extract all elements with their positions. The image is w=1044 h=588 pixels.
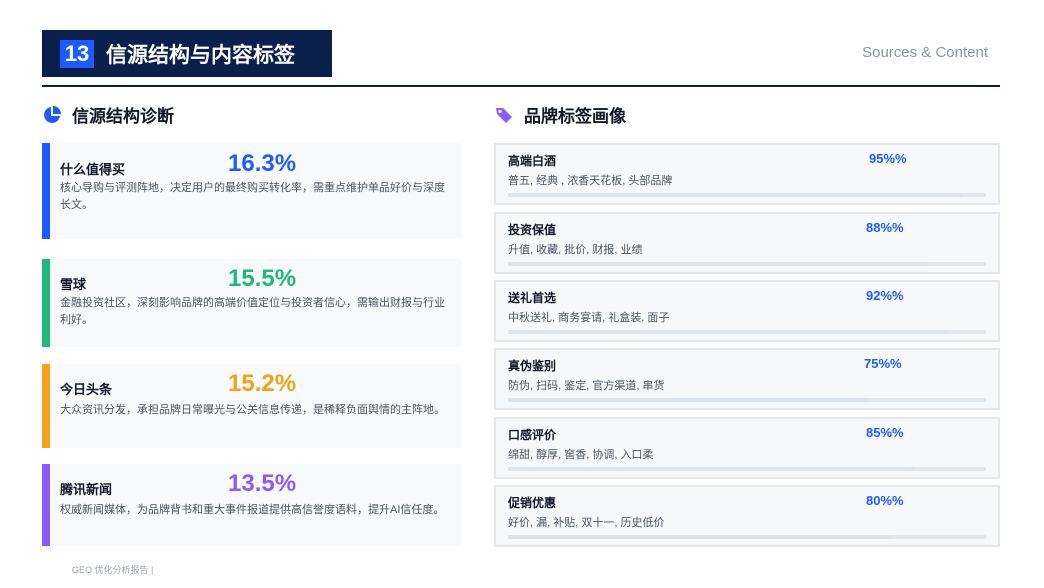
brand-tags-heading: 品牌标签画像 <box>494 102 626 127</box>
page-subtitle: Sources & Content <box>862 44 988 61</box>
tag-name: 口感评价 <box>508 428 557 442</box>
tag-keywords: 好价, 漏, 补贴, 双十一, 历史低价 <box>508 517 665 529</box>
tag-card: 口感评价 85%% 绵甜, 醇厚, 窖香, 协调, 入口柔 <box>494 417 1000 479</box>
tag-progress-fill <box>508 330 948 334</box>
source-name: 腾讯新闻 <box>60 482 113 497</box>
section-number: 13 <box>60 39 94 68</box>
tag-card: 高端白酒 95%% 普五, 经典 , 浓香天花板, 头部品牌 <box>494 143 1000 205</box>
source-structure-heading: 信源结构诊断 <box>42 102 174 127</box>
tag-percent: 75%% <box>864 356 902 371</box>
page-header: 13 信源结构与内容标签 Sources & Content <box>42 30 1000 87</box>
tag-percent: 92%% <box>866 288 904 303</box>
source-structure-title: 信源结构诊断 <box>72 107 174 126</box>
tag-progress-fill <box>508 535 891 539</box>
tag-keywords: 绵甜, 醇厚, 窖香, 协调, 入口柔 <box>508 449 654 461</box>
tag-name: 投资保值 <box>508 223 557 237</box>
source-description: 金融投资社区，深刻影响品牌的高端价值定位与投资者信心，需输出财报与行业利好。 <box>60 297 445 326</box>
tag-progress-bar <box>508 467 986 471</box>
source-percent: 16.3% <box>228 150 297 177</box>
source-description: 大众资讯分发，承担品牌日常曝光与公关信息传递，是稀释负面舆情的主阵地。 <box>60 404 445 416</box>
tag-keywords: 中秋送礼, 商务宴请, 礼盒装, 面子 <box>508 312 670 324</box>
tag-progress-fill <box>508 467 915 471</box>
pie-chart-icon <box>44 105 61 123</box>
source-card: 什么值得买 16.3% 核心导购与评测阵地，决定用户的最终购买转化率，需重点维护单品… <box>42 143 462 239</box>
source-percent: 15.2% <box>228 370 297 397</box>
tag-progress-bar <box>508 398 986 402</box>
source-name: 今日头条 <box>60 382 113 397</box>
page-title: 信源结构与内容标签 <box>106 43 295 67</box>
tag-name: 送礼首选 <box>508 291 557 305</box>
tag-progress-fill <box>508 262 929 266</box>
tag-keywords: 普五, 经典 , 浓香天花板, 头部品牌 <box>508 175 673 187</box>
tag-progress-bar <box>508 262 986 266</box>
tag-icon <box>496 107 512 123</box>
source-percent: 15.5% <box>228 265 297 292</box>
tag-keywords: 升值, 收藏, 批价, 财报, 业绩 <box>508 244 643 256</box>
tag-percent: 95%% <box>869 151 907 166</box>
tag-progress-fill <box>508 193 963 197</box>
source-description: 权威新闻媒体，为品牌背书和重大事件报道提供高信誉度语料，提升AI信任度。 <box>60 504 445 516</box>
tag-name: 真伪鉴别 <box>508 359 557 373</box>
tag-name: 促销优惠 <box>508 496 557 510</box>
tag-progress-fill <box>508 398 867 402</box>
title-box: 13 信源结构与内容标签 <box>42 30 332 77</box>
source-name: 雪球 <box>60 277 87 292</box>
tag-progress-bar <box>508 330 986 334</box>
tag-name: 高端白酒 <box>508 154 557 168</box>
source-card: 今日头条 15.2% 大众资讯分发，承担品牌日常曝光与公关信息传递，是稀释负面舆情的… <box>42 364 462 448</box>
brand-tags-title: 品牌标签画像 <box>524 107 626 126</box>
tag-percent: 85%% <box>866 425 904 440</box>
tag-keywords: 防伪, 扫码, 鉴定, 官方渠道, 串货 <box>508 380 665 392</box>
tag-progress-bar <box>508 193 986 197</box>
tag-card: 真伪鉴别 75%% 防伪, 扫码, 鉴定, 官方渠道, 串货 <box>494 348 1000 410</box>
tag-percent: 80%% <box>866 493 904 508</box>
tag-card: 促销优惠 80%% 好价, 漏, 补贴, 双十一, 历史低价 <box>494 485 1000 547</box>
footer-text: GEO 优化分析报告 | <box>72 565 154 575</box>
source-description: 核心导购与评测阵地，决定用户的最终购买转化率，需重点维护单品好价与深度长文。 <box>60 182 445 211</box>
tag-card: 投资保值 88%% 升值, 收藏, 批价, 财报, 业绩 <box>494 212 1000 274</box>
tag-percent: 88%% <box>866 220 904 235</box>
tag-card: 送礼首选 92%% 中秋送礼, 商务宴请, 礼盒装, 面子 <box>494 280 1000 342</box>
source-card: 雪球 15.5% 金融投资社区，深刻影响品牌的高端价值定位与投资者信心，需输出财报与… <box>42 259 462 347</box>
source-card: 腾讯新闻 13.5% 权威新闻媒体，为品牌背书和重大事件报道提供高信誉度语料，提升A… <box>42 464 462 546</box>
source-percent: 13.5% <box>228 470 297 497</box>
tag-progress-bar <box>508 535 986 539</box>
source-name: 什么值得买 <box>60 162 126 177</box>
